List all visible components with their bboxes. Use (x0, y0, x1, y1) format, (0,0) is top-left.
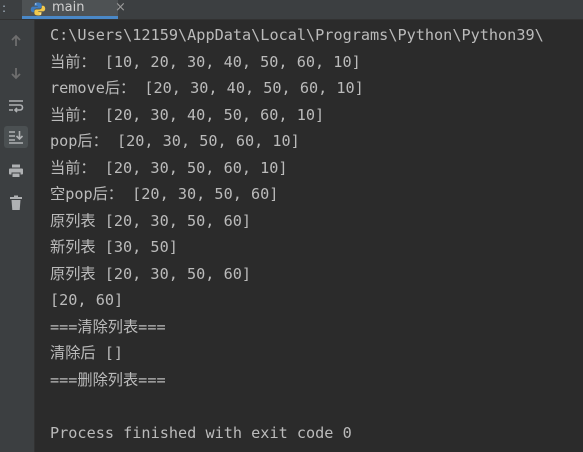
console-line: 原列表 [20, 30, 50, 60] (50, 264, 252, 283)
console-line: [20, 60] (50, 291, 124, 309)
python-icon (30, 1, 46, 16)
console-line: 当前： [20, 30, 50, 60, 10] (50, 158, 288, 177)
run-tool-window: : main × C:\Users\12159\AppData\Local\Pr… (0, 0, 583, 452)
console-line: 清除后 [] (50, 344, 123, 362)
console-output[interactable]: C:\Users\12159\AppData\Local\Programs\Py… (50, 24, 583, 448)
console-line: 原列表 [20, 30, 50, 60] (50, 211, 252, 230)
console-line: pop后： [20, 30, 50, 60, 10] (50, 132, 300, 150)
console-line: C:\Users\12159\AppData\Local\Programs\Py… (50, 26, 544, 44)
console-line: 空pop后： [20, 30, 50, 60] (50, 185, 279, 203)
console-line: ===删除列表=== (50, 370, 166, 389)
tab-bar-left-stub: : (2, 1, 7, 15)
close-icon[interactable]: × (115, 0, 126, 15)
tab-main-label: main (52, 0, 85, 15)
down-arrow-icon[interactable] (4, 62, 28, 84)
soft-wrap-icon[interactable] (4, 95, 28, 117)
up-arrow-icon[interactable] (4, 30, 28, 52)
tab-main[interactable]: main × (22, 0, 126, 19)
console-line: remove后： [20, 30, 40, 50, 60, 10] (50, 79, 364, 97)
console-line: 新列表 [30, 50] (50, 238, 178, 256)
run-tab-bar: : main × (0, 0, 583, 20)
console-line: 当前： [10, 20, 30, 40, 50, 60, 10] (50, 52, 361, 71)
console-line: 当前： [20, 30, 40, 50, 60, 10] (50, 105, 325, 124)
console-exit-line: Process finished with exit code 0 (50, 423, 352, 442)
scroll-to-end-icon[interactable] (4, 126, 28, 148)
trash-icon[interactable] (4, 192, 28, 214)
print-icon[interactable] (4, 160, 28, 182)
run-toolbar (0, 20, 35, 452)
console-line: ===清除列表=== (50, 317, 166, 336)
